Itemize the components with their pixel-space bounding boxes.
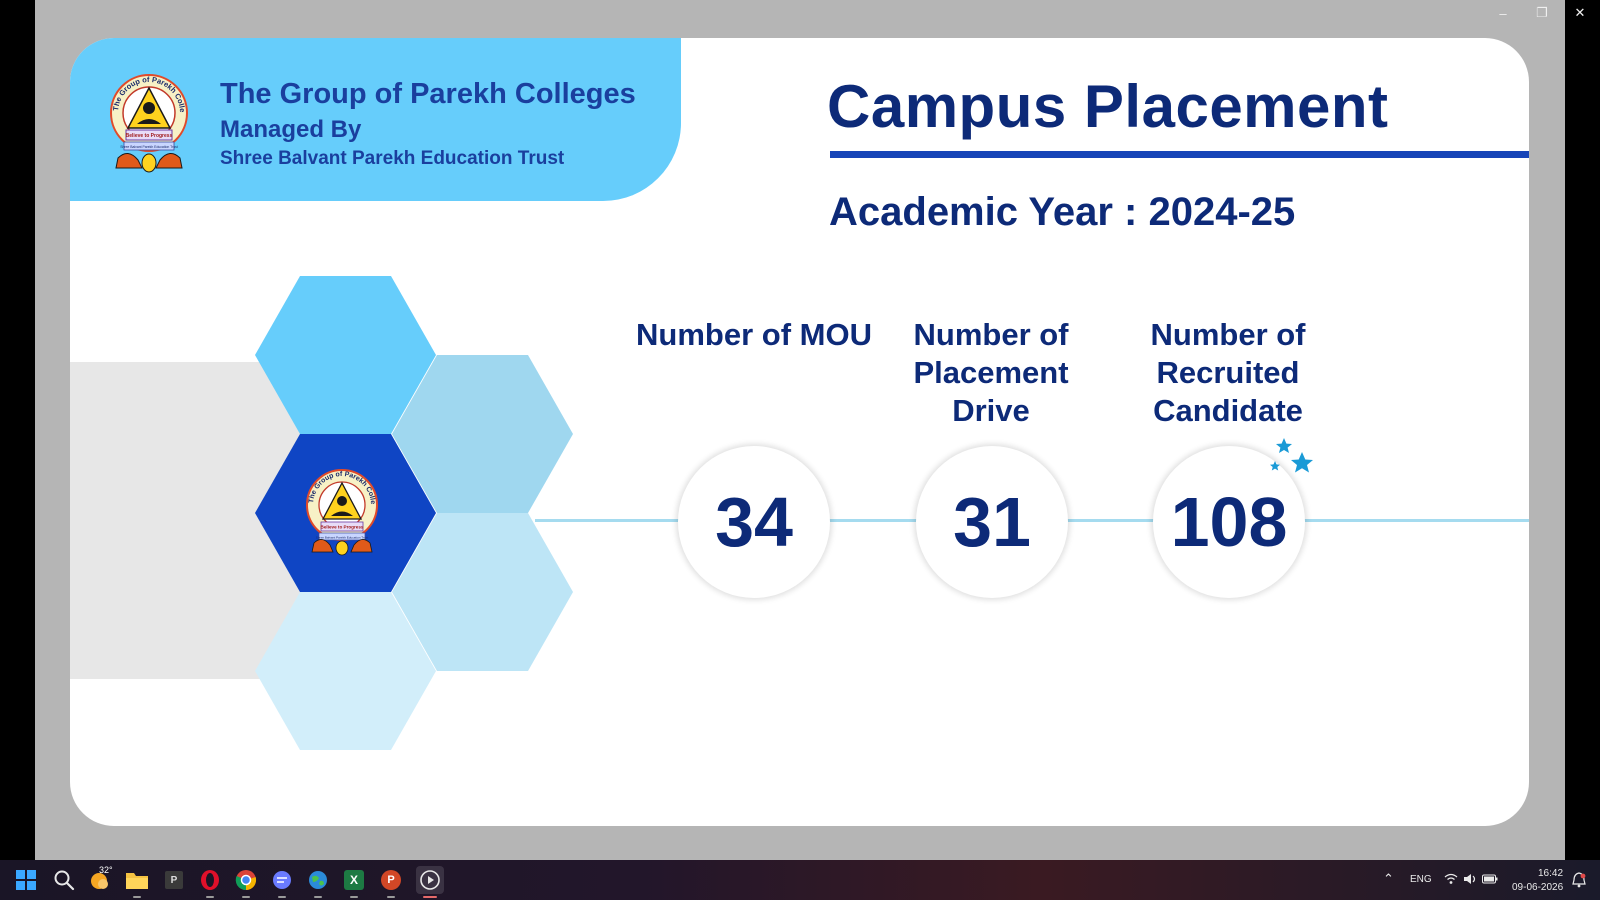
play-icon — [420, 870, 440, 890]
stat-value-mou: 34 — [715, 483, 793, 561]
page-title: Campus Placement — [827, 73, 1389, 140]
minimize-button[interactable]: – — [1485, 2, 1521, 24]
stat-circle-placement-drive: 31 — [916, 446, 1068, 598]
powerpoint-icon: P — [381, 870, 401, 890]
stat-circle-mou: 34 — [678, 446, 830, 598]
p-app-button[interactable]: P — [160, 866, 188, 894]
chrome-button[interactable] — [232, 866, 260, 898]
slide: The Group of Parekh Colleges - Mahuva Be… — [70, 38, 1529, 826]
globe-icon — [309, 871, 327, 889]
restore-button[interactable]: ❐ — [1524, 2, 1560, 24]
screen-border-left — [0, 0, 35, 860]
opera-button[interactable] — [196, 866, 224, 898]
file-explorer-button[interactable] — [123, 866, 151, 898]
notification-bell-icon[interactable] — [1572, 872, 1586, 888]
chrome-icon — [235, 870, 257, 891]
excel-button[interactable]: X — [340, 866, 368, 898]
title-underline — [830, 151, 1529, 158]
search-button[interactable] — [50, 866, 78, 894]
hexagon-cluster: The Group of Parekh Colleges - Mahuva Be… — [255, 276, 573, 750]
taskbar: 32° P X P ⌃ ENG 16:42 09-06-2026 — [0, 860, 1600, 900]
powerpoint-button[interactable]: P — [377, 866, 405, 898]
volume-icon[interactable] — [1463, 873, 1477, 885]
wifi-icon[interactable] — [1444, 873, 1458, 885]
svg-text:Shree Balvant Parekh Education: Shree Balvant Parekh Education Trust — [316, 535, 369, 539]
language-indicator[interactable]: ENG — [1410, 874, 1432, 885]
stat-label-mou: Number of MOU — [636, 317, 872, 352]
stat-label-recruited: Number of Recruited Candidate — [1150, 317, 1306, 428]
screen-border-right — [1565, 0, 1600, 860]
chat-app-button[interactable] — [268, 866, 296, 898]
svg-text:Believe to Progress: Believe to Progress — [321, 525, 364, 530]
close-button[interactable]: ✕ — [1562, 2, 1598, 24]
weather-temperature: 32° — [99, 865, 113, 875]
battery-icon[interactable] — [1482, 874, 1498, 884]
screen: – ❐ ✕ The Group of Parekh Colleges - Mah… — [0, 0, 1600, 900]
clock-date[interactable]: 09-06-2026 — [1512, 882, 1563, 893]
p-app-icon: P — [165, 871, 183, 889]
media-player-button[interactable] — [416, 866, 444, 898]
clock-time[interactable]: 16:42 — [1538, 868, 1563, 879]
academic-year: Academic Year : 2024-25 — [829, 190, 1296, 234]
stat-value-recruited: 108 — [1170, 483, 1288, 561]
excel-icon: X — [344, 870, 364, 890]
stat-value-placement-drive: 31 — [953, 483, 1031, 561]
windows-logo-icon — [16, 870, 36, 890]
sparkle-stars-icon — [1270, 438, 1313, 473]
chat-icon — [273, 871, 291, 889]
start-button[interactable] — [12, 866, 40, 894]
search-icon — [54, 870, 75, 891]
folder-icon — [126, 873, 148, 889]
tray-overflow-chevron-icon[interactable]: ⌃ — [1383, 871, 1394, 887]
stat-label-placement-drive: Number of Placement Drive — [913, 317, 1069, 428]
opera-icon — [201, 870, 219, 890]
globe-browser-button[interactable] — [304, 866, 332, 898]
